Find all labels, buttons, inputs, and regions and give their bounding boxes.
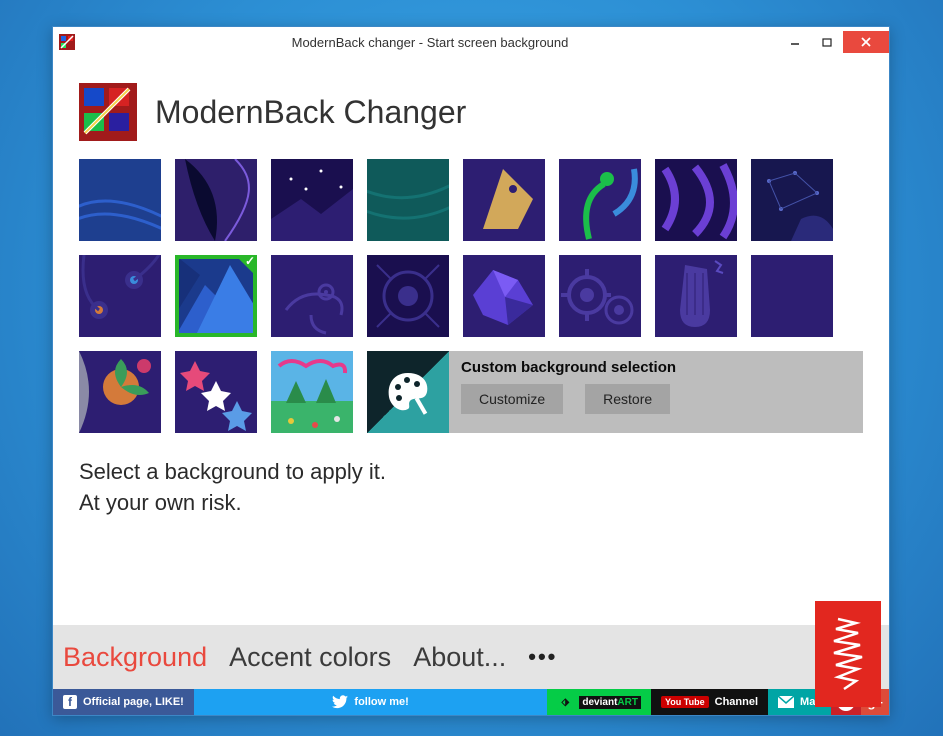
twitter-icon [332, 695, 348, 709]
nav-about[interactable]: About... [413, 642, 506, 673]
background-thumb[interactable] [175, 159, 257, 241]
background-thumb[interactable] [559, 255, 641, 337]
minimize-button[interactable] [779, 31, 811, 53]
instruction-text: Select a background to apply it. At your… [79, 457, 863, 519]
app-title: ModernBack Changer [155, 94, 466, 131]
customize-button[interactable]: Customize [461, 384, 563, 414]
nav-background[interactable]: Background [63, 642, 207, 673]
social-youtube[interactable]: You Tube Channel [651, 689, 768, 715]
deviantart-label: deviantART [579, 696, 641, 709]
content-area: ModernBack Changer Custom background sel… [53, 57, 889, 625]
background-thumb[interactable] [271, 159, 353, 241]
nav-more[interactable]: ••• [528, 644, 557, 670]
youtube-icon: You Tube [661, 696, 709, 708]
app-logo [79, 83, 137, 141]
social-facebook[interactable]: f Official page, LIKE! [53, 689, 194, 715]
social-label: Channel [715, 696, 758, 708]
facebook-icon: f [63, 695, 77, 709]
maximize-icon [822, 37, 832, 47]
close-button[interactable] [843, 31, 889, 53]
brand-badge[interactable] [815, 601, 881, 707]
app-icon-small [59, 34, 75, 50]
background-thumb[interactable] [655, 255, 737, 337]
social-label: follow me! [354, 696, 408, 708]
background-thumb[interactable] [655, 159, 737, 241]
background-thumb[interactable] [463, 159, 545, 241]
social-twitter[interactable]: follow me! [194, 689, 548, 715]
custom-background-panel: Custom background selection Customize Rest… [367, 351, 863, 433]
instruction-line-1: Select a background to apply it. [79, 457, 863, 488]
custom-panel-title: Custom background selection [461, 359, 851, 376]
mail-icon [778, 696, 794, 708]
minimize-icon [790, 37, 800, 47]
app-header: ModernBack Changer [79, 83, 863, 141]
background-thumb[interactable] [79, 351, 161, 433]
bottom-nav: Background Accent colors About... ••• [53, 625, 889, 689]
background-thumb[interactable] [559, 159, 641, 241]
instruction-line-2: At your own risk. [79, 488, 863, 519]
background-thumb[interactable] [751, 255, 833, 337]
background-thumb[interactable] [463, 255, 545, 337]
nav-accent-colors[interactable]: Accent colors [229, 642, 391, 673]
background-thumb[interactable] [367, 159, 449, 241]
background-grid: Custom background selection Customize Rest… [79, 159, 863, 433]
background-thumb[interactable] [271, 351, 353, 433]
social-label: Official page, LIKE! [83, 696, 184, 708]
background-thumb[interactable] [751, 159, 833, 241]
background-thumb[interactable] [79, 159, 161, 241]
background-thumb[interactable] [175, 255, 257, 337]
palette-icon [367, 351, 449, 433]
background-thumb[interactable] [79, 255, 161, 337]
background-thumb[interactable] [367, 255, 449, 337]
deviantart-icon: ⬗ [557, 694, 573, 710]
background-thumb[interactable] [271, 255, 353, 337]
window-title: ModernBack changer - Start screen backgr… [81, 35, 779, 50]
social-deviantart[interactable]: ⬗ deviantART [547, 689, 651, 715]
brand-badge-icon [822, 609, 874, 699]
restore-button[interactable]: Restore [585, 384, 670, 414]
social-bar: f Official page, LIKE! follow me! ⬗ devi… [53, 689, 889, 715]
app-window: ModernBack changer - Start screen backgr… [52, 26, 890, 716]
close-icon [860, 36, 872, 48]
titlebar: ModernBack changer - Start screen backgr… [53, 27, 889, 57]
background-thumb[interactable] [175, 351, 257, 433]
maximize-button[interactable] [811, 31, 843, 53]
